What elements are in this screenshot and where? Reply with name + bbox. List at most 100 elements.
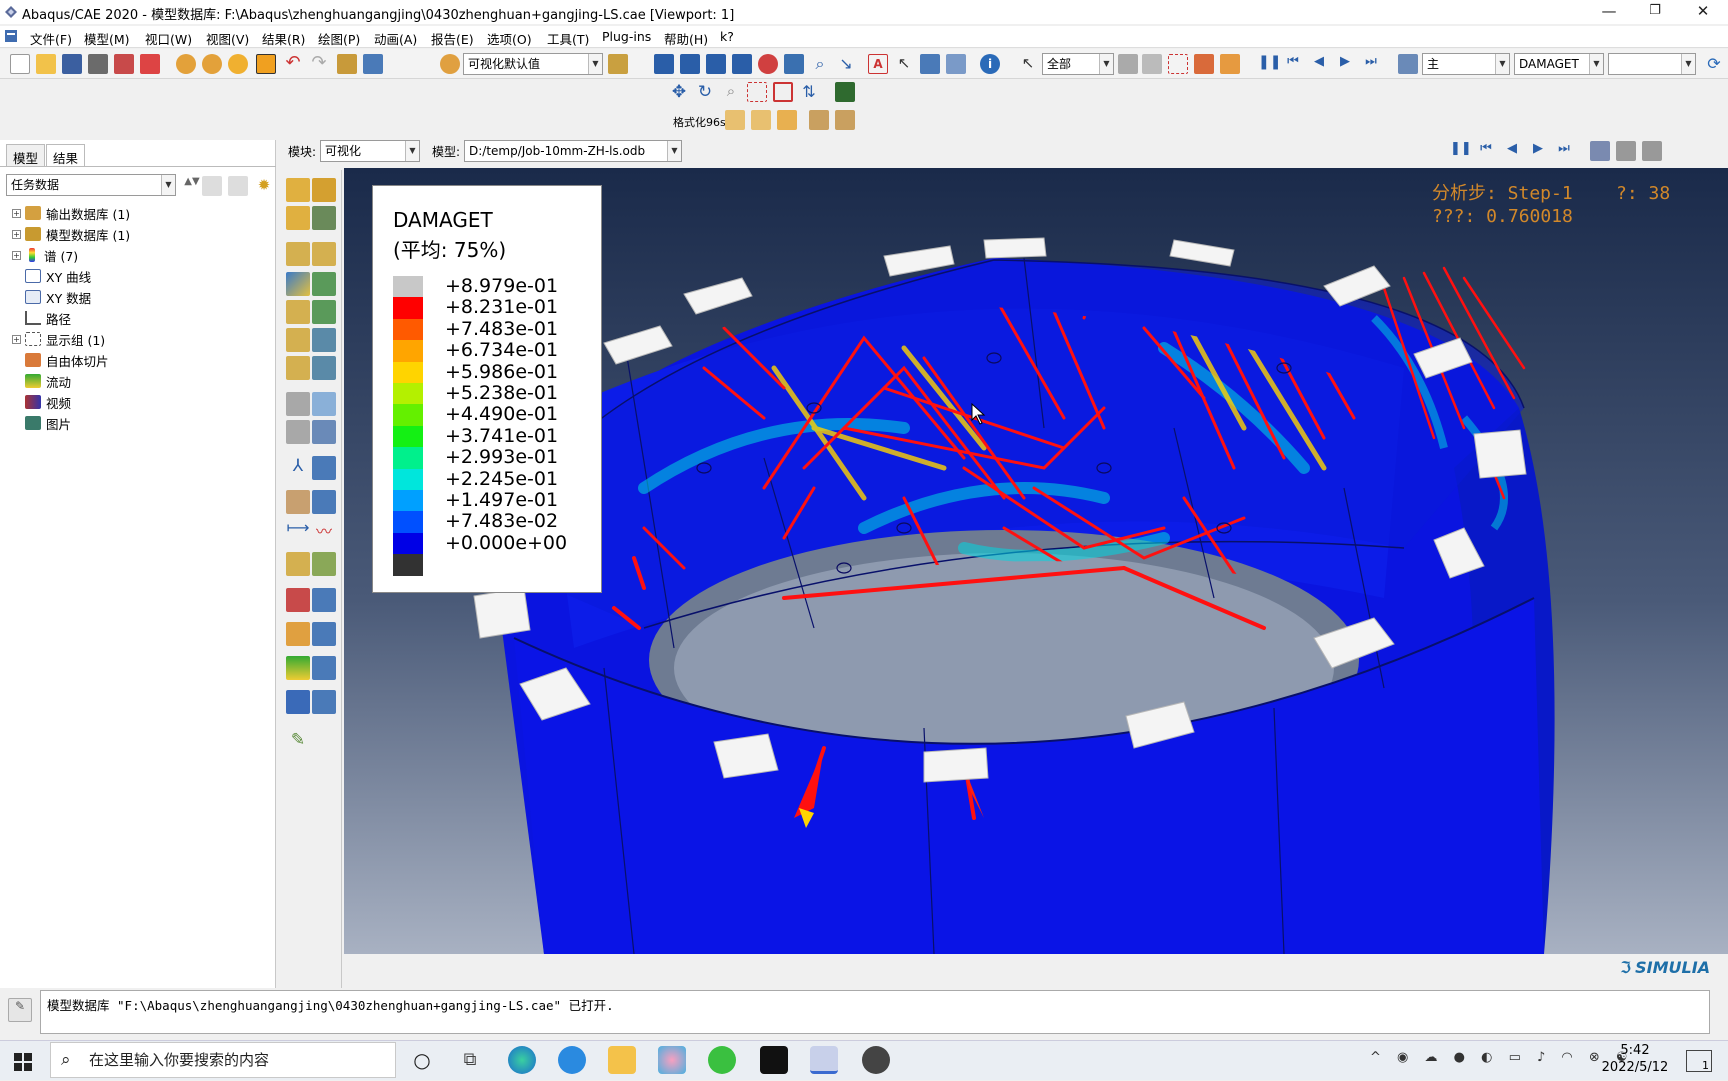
front-view-icon[interactable]	[751, 110, 771, 130]
box-zoom-icon[interactable]	[747, 82, 767, 102]
next-frame-icon[interactable]: ▶	[1335, 54, 1355, 74]
camera-icon[interactable]	[1616, 141, 1636, 161]
mesh-render-icon[interactable]	[835, 82, 855, 102]
deformed-options-icon[interactable]	[312, 272, 336, 296]
animate-time-icon[interactable]	[312, 392, 336, 416]
ie-browser-icon[interactable]	[558, 1046, 586, 1074]
viewport-icon[interactable]	[758, 54, 778, 74]
undo-icon[interactable]: ↶	[283, 54, 303, 74]
tree-item-spectrum[interactable]: + 谱 (7)	[12, 245, 78, 265]
stream-create-icon[interactable]	[286, 622, 310, 646]
model-select[interactable]: D:/temp/Job-10mm-ZH-ls.odb ▼	[464, 140, 682, 162]
terminal-icon[interactable]	[760, 1046, 788, 1074]
box-select-icon[interactable]	[1168, 54, 1188, 74]
new-file-icon[interactable]	[10, 54, 30, 74]
table-icon[interactable]	[363, 54, 383, 74]
tree-item-streams[interactable]: 流动	[12, 371, 71, 391]
rotate-icon[interactable]: ↻	[695, 82, 715, 102]
tree-item-model-db[interactable]: + 模型数据库 (1)	[12, 224, 130, 244]
tree-item-xy-curves[interactable]: XY 曲线	[12, 266, 91, 286]
partition-icon[interactable]	[202, 54, 222, 74]
task-view-icon[interactable]: ⧉	[456, 1046, 484, 1074]
menu-options[interactable]: 选项(O)	[487, 29, 532, 48]
drag-shape-icon[interactable]	[1142, 54, 1162, 74]
plot-allowable-icon[interactable]	[286, 242, 310, 266]
redo-icon[interactable]: ↷	[309, 54, 329, 74]
sphere-icon[interactable]	[228, 54, 248, 74]
plot-contours-icon[interactable]	[286, 206, 310, 230]
menu-viewport[interactable]: 视口(W)	[145, 29, 192, 48]
list-icon[interactable]	[946, 54, 966, 74]
arrow-annotation-icon[interactable]: ↘	[836, 54, 856, 74]
menu-view[interactable]: 视图(V)	[206, 29, 249, 48]
tile-vertical-icon[interactable]	[732, 54, 752, 74]
last-frame-icon[interactable]: ⏭	[1361, 54, 1381, 74]
tree-item-free-body[interactable]: 自由体切片	[12, 350, 109, 370]
sort-arrows-icon[interactable]: ▲▼	[182, 176, 202, 196]
anim-next-icon[interactable]: ▶	[1528, 141, 1548, 161]
query-icon[interactable]	[176, 54, 196, 74]
xy-curve-icon[interactable]: ⟼	[286, 518, 310, 542]
camera-settings-icon[interactable]	[1642, 141, 1662, 161]
display-group-create-icon[interactable]	[286, 690, 310, 714]
display-group-manager-icon[interactable]	[312, 690, 336, 714]
display-body-icon[interactable]	[608, 54, 628, 74]
anim-prev-icon[interactable]: ◀	[1502, 141, 1522, 161]
paint-app-icon[interactable]	[658, 1046, 686, 1074]
overlay-options-icon[interactable]	[312, 356, 336, 380]
plot-undeformed-icon[interactable]	[286, 178, 310, 202]
view-cut-icon[interactable]	[286, 552, 310, 576]
tree-item-paths[interactable]: 路径	[12, 308, 71, 328]
animate-harmonic-icon[interactable]	[286, 420, 310, 444]
free-body-manager-icon[interactable]	[312, 588, 336, 612]
section-icon[interactable]	[835, 110, 855, 130]
edge-browser-icon[interactable]	[508, 1046, 536, 1074]
close-button[interactable]: ✕	[1680, 0, 1726, 24]
report-table-icon[interactable]	[920, 54, 940, 74]
abaqus-taskbar-icon[interactable]	[810, 1046, 838, 1074]
file-explorer-icon[interactable]	[608, 1046, 636, 1074]
print-icon[interactable]	[88, 54, 108, 74]
taskbar-search-input[interactable]: ⌕ 在这里输入你要搜索的内容	[50, 1042, 396, 1078]
superimpose-icon[interactable]	[312, 328, 336, 352]
create-xy-icon[interactable]: ⅄	[286, 456, 310, 480]
overlay-icon[interactable]	[286, 356, 310, 380]
render-style-icon[interactable]	[440, 54, 460, 74]
filter-tree-icon[interactable]	[228, 176, 248, 196]
field-output-icon[interactable]	[1398, 54, 1418, 74]
notification-center-icon[interactable]: 1	[1686, 1050, 1712, 1072]
stream-options-icon[interactable]	[312, 656, 336, 680]
select-arrow-icon[interactable]: ↖	[894, 54, 914, 74]
menu-model[interactable]: 模型(M)	[84, 29, 130, 48]
text-annotation-icon[interactable]: A	[868, 54, 888, 74]
tab-results[interactable]: 结果	[46, 144, 86, 166]
menu-help[interactable]: 帮助(H)	[664, 29, 708, 48]
module-select[interactable]: 可视化 ▼	[320, 140, 420, 162]
tree-item-movies[interactable]: 视频	[12, 392, 71, 412]
info-icon[interactable]: i	[980, 54, 1000, 74]
anim-last-icon[interactable]: ⏭	[1554, 141, 1574, 161]
save-icon[interactable]	[62, 54, 82, 74]
windows-start-icon[interactable]	[14, 1053, 32, 1071]
pick-icon[interactable]	[256, 54, 276, 74]
view-cut-manager-icon[interactable]	[312, 552, 336, 576]
auto-fit-icon[interactable]	[773, 82, 793, 102]
symbol-options-icon[interactable]	[286, 300, 310, 324]
minimize-button[interactable]: —	[1586, 0, 1632, 24]
export-icon[interactable]	[140, 54, 160, 74]
selection-options-icon[interactable]	[1118, 54, 1138, 74]
plot-symbols-icon[interactable]	[312, 206, 336, 230]
doc-menu-icon[interactable]	[4, 29, 18, 43]
selection-arrow-icon[interactable]: ↖	[1018, 54, 1038, 74]
tree-item-images[interactable]: 图片	[12, 413, 71, 433]
cycle-views-icon[interactable]: ⇅	[799, 82, 819, 102]
iso-view-icon[interactable]	[725, 110, 745, 130]
tree-icon[interactable]	[337, 54, 357, 74]
view-cascade-icon[interactable]	[680, 54, 700, 74]
anim-first-icon[interactable]: ⏮	[1476, 141, 1496, 161]
common-options-icon[interactable]	[286, 328, 310, 352]
clip-plane-icon[interactable]	[809, 110, 829, 130]
solid-view-icon[interactable]	[777, 110, 797, 130]
menu-report[interactable]: 报告(E)	[431, 29, 474, 48]
viewport-annotation-icon[interactable]	[784, 54, 804, 74]
